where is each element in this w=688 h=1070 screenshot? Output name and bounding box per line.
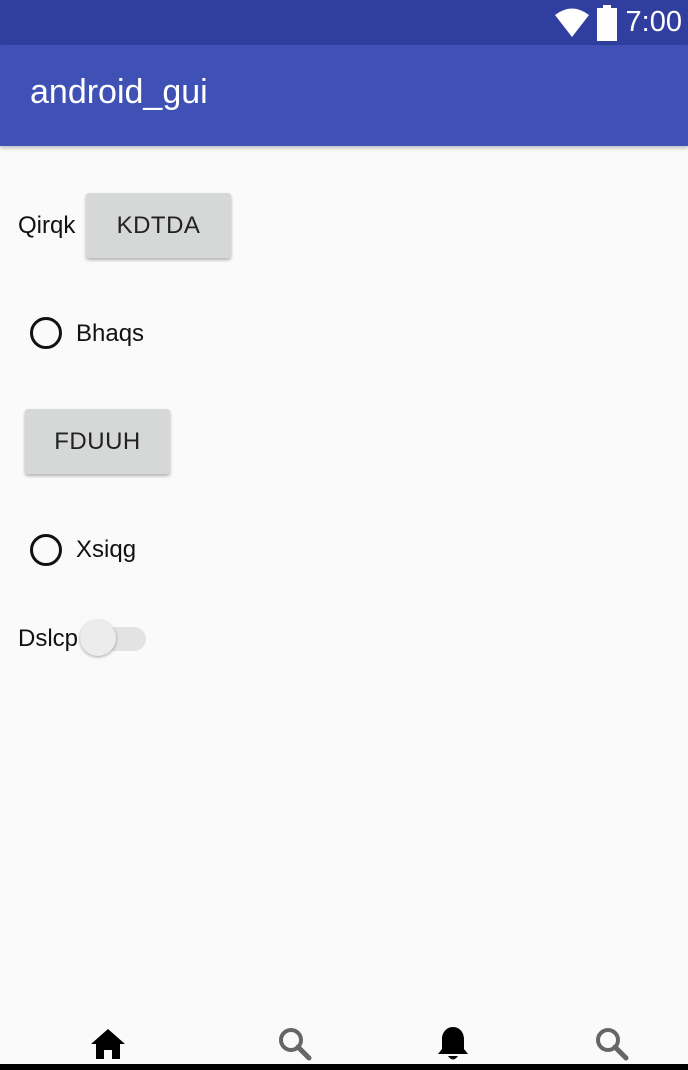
app-bar: android_gui (0, 45, 688, 146)
bottom-edge (0, 1064, 688, 1070)
battery-icon (596, 4, 617, 41)
search-icon (279, 1028, 312, 1061)
bhaqs-radio-label[interactable]: Bhaqs (76, 320, 144, 348)
search-icon (596, 1028, 629, 1061)
status-icons: 7:00 (554, 0, 682, 45)
bell-icon (438, 1027, 468, 1060)
xsiqg-radio[interactable] (30, 534, 62, 566)
qirqk-label: Qirqk (18, 212, 76, 239)
nav-search-1[interactable] (275, 1024, 315, 1064)
wifi-icon (554, 8, 589, 37)
bottom-nav (0, 1016, 688, 1064)
bhaqs-radio[interactable] (30, 317, 62, 349)
switch-thumb[interactable] (80, 620, 116, 656)
home-icon (91, 1029, 125, 1059)
fduuh-button[interactable]: FDUUH (25, 409, 170, 474)
status-time: 7:00 (625, 6, 682, 38)
nav-notifications[interactable] (433, 1024, 473, 1064)
status-bar: 7:00 (0, 0, 688, 45)
app-title: android_gui (30, 73, 208, 111)
kdtda-button[interactable]: KDTDA (86, 193, 231, 258)
dslcp-switch-label: Dslcp (18, 625, 79, 652)
nav-home[interactable] (88, 1024, 128, 1064)
xsiqg-radio-label[interactable]: Xsiqg (76, 536, 136, 564)
nav-search-2[interactable] (592, 1024, 632, 1064)
